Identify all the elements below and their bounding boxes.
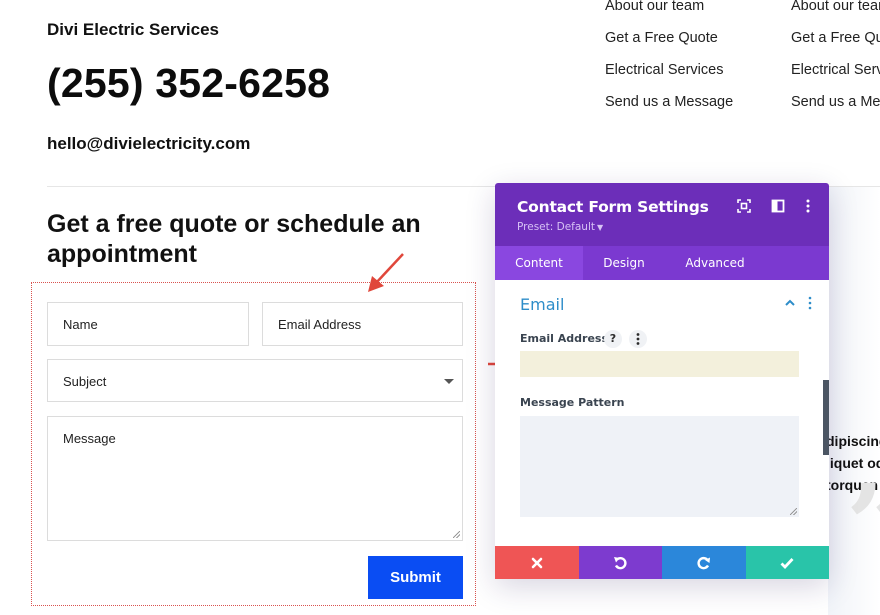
nav-link-services[interactable]: Electrical Services bbox=[791, 54, 880, 86]
resize-handle-icon[interactable] bbox=[453, 531, 460, 538]
submit-button[interactable]: Submit bbox=[368, 556, 463, 599]
email-address-label: Email Address bbox=[520, 332, 609, 345]
preset-selector[interactable]: Preset: Default ▼ bbox=[517, 221, 603, 233]
background-text-line: dipiscing bbox=[826, 433, 880, 449]
panel-title: Contact Form Settings bbox=[517, 198, 709, 216]
undo-button[interactable] bbox=[578, 546, 662, 579]
message-textarea[interactable]: Message bbox=[47, 416, 463, 541]
expand-icon[interactable] bbox=[736, 198, 752, 214]
nav-link-message[interactable]: Send us a Message bbox=[791, 86, 880, 118]
nav-link-services[interactable]: Electrical Services bbox=[605, 54, 733, 86]
redo-button[interactable] bbox=[662, 546, 746, 579]
email-address-input[interactable] bbox=[520, 351, 799, 377]
message-pattern-label: Message Pattern bbox=[520, 396, 625, 409]
redo-icon bbox=[697, 556, 710, 569]
annotation-arrow-icon bbox=[368, 253, 404, 292]
nav-link-about[interactable]: About our team bbox=[605, 0, 733, 22]
resize-handle-icon[interactable] bbox=[790, 508, 797, 515]
preset-label: Preset: Default bbox=[517, 221, 595, 233]
split-view-icon[interactable] bbox=[770, 198, 786, 214]
group-more-options-icon[interactable] bbox=[807, 296, 813, 310]
chevron-up-icon[interactable] bbox=[784, 297, 796, 309]
cancel-button[interactable] bbox=[495, 546, 579, 579]
nav-link-message[interactable]: Send us a Message bbox=[605, 86, 733, 118]
panel-tabs: Content Design Advanced bbox=[495, 246, 829, 280]
tab-advanced[interactable]: Advanced bbox=[665, 246, 765, 280]
caret-down-icon: ▼ bbox=[596, 223, 604, 232]
nav-link-quote[interactable]: Get a Free Quote bbox=[605, 22, 733, 54]
help-icon[interactable]: ? bbox=[604, 330, 622, 348]
business-name: Divi Electric Services bbox=[47, 20, 220, 39]
subject-select[interactable]: Subject bbox=[47, 359, 463, 402]
nav-column-1: About our team Get a Free Quote Electric… bbox=[605, 0, 733, 118]
subject-select-value: Subject bbox=[63, 374, 107, 389]
nav-column-2: About our team Get a Free Quote Electric… bbox=[791, 0, 880, 118]
save-button[interactable] bbox=[745, 546, 829, 579]
quote-mark-icon: ” bbox=[846, 470, 880, 580]
message-pattern-textarea[interactable] bbox=[520, 416, 799, 517]
contact-form-settings-panel: Contact Form Settings Preset: Default ▼ C… bbox=[495, 183, 829, 579]
close-icon bbox=[531, 557, 543, 568]
chevron-down-icon bbox=[444, 379, 454, 384]
checkmark-icon bbox=[780, 557, 794, 569]
field-options-icon[interactable] bbox=[629, 330, 647, 348]
message-placeholder: Message bbox=[63, 431, 116, 446]
name-field[interactable]: Name bbox=[47, 302, 249, 346]
panel-footer bbox=[495, 546, 829, 579]
email-link[interactable]: hello@divielectricity.com bbox=[47, 134, 250, 154]
toggle-group-title[interactable]: Email bbox=[520, 295, 564, 314]
phone-number: (255) 352-6258 bbox=[47, 60, 331, 106]
undo-icon bbox=[614, 556, 627, 569]
nav-link-about[interactable]: About our team bbox=[791, 0, 880, 22]
panel-scrollbar[interactable] bbox=[823, 380, 829, 455]
email-field[interactable]: Email Address bbox=[262, 302, 463, 346]
more-options-icon[interactable] bbox=[800, 198, 816, 214]
tab-content[interactable]: Content bbox=[495, 246, 583, 280]
panel-header[interactable]: Contact Form Settings Preset: Default ▼ bbox=[495, 183, 829, 246]
tab-design[interactable]: Design bbox=[583, 246, 665, 280]
nav-link-quote[interactable]: Get a Free Quote bbox=[791, 22, 880, 54]
